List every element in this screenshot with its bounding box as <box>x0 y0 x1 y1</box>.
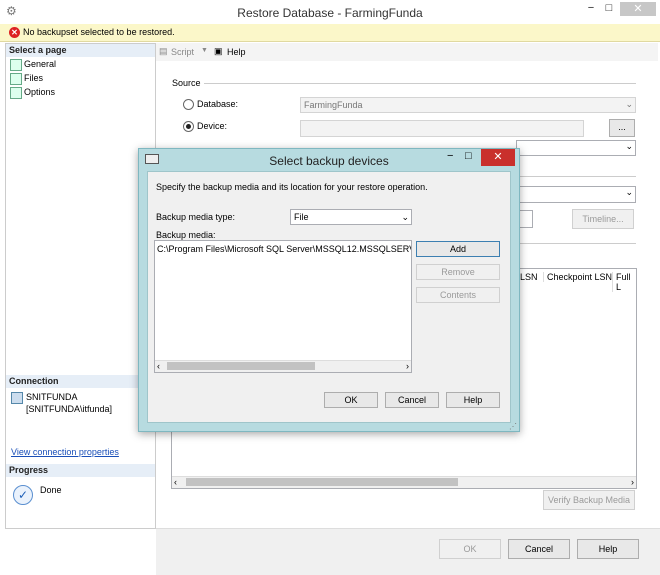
dialog-close-button[interactable]: ✕ <box>481 149 515 166</box>
page-icon <box>10 59 22 71</box>
help-button[interactable]: Help <box>577 539 639 559</box>
scroll-left-icon[interactable]: ‹ <box>157 361 160 371</box>
script-icon: ▤ <box>159 46 168 56</box>
progress-header: Progress <box>6 464 155 477</box>
server-name: SNITFUNDA <box>26 392 78 402</box>
toolbar: ▤ Script ▼ ▣ Help <box>156 43 658 61</box>
backupsets-divider <box>516 243 636 244</box>
script-button[interactable]: Script <box>171 47 194 57</box>
error-icon: ✕ <box>9 27 20 38</box>
col-checkpoint-lsn[interactable]: Checkpoint LSN <box>543 272 612 282</box>
close-button[interactable]: ✕ <box>620 2 656 16</box>
dialog-body: Specify the backup media and its locatio… <box>147 171 511 423</box>
dialog-cancel-button[interactable]: Cancel <box>385 392 439 408</box>
page-icon <box>10 73 22 85</box>
chevron-down-icon: ⌄ <box>401 212 409 222</box>
dialog-ok-button[interactable]: OK <box>324 392 378 408</box>
page-files[interactable]: Files <box>6 71 155 85</box>
chevron-down-icon[interactable]: ▼ <box>201 47 208 54</box>
remove-button[interactable]: Remove <box>416 264 500 280</box>
connection-user: [SNITFUNDA\itfunda] <box>26 404 113 414</box>
dialog-maximize-button[interactable]: □ <box>465 150 472 162</box>
title-bar: ⚙ Restore Database - FarmingFunda − □ ✕ <box>0 0 660 25</box>
verify-backup-media-button[interactable]: Verify Backup Media <box>543 490 635 510</box>
dialog-title: Select backup devices <box>269 154 389 168</box>
media-type-label: Backup media type: <box>156 212 236 222</box>
source-label: Source <box>172 78 201 88</box>
view-connection-link[interactable]: View connection properties <box>11 447 119 457</box>
scroll-right-icon[interactable]: › <box>406 361 409 371</box>
database-radio[interactable] <box>183 99 194 110</box>
help-icon: ▣ <box>214 46 223 56</box>
done-check-icon: ✓ <box>13 485 33 505</box>
list-hscrollbar[interactable]: ‹ › <box>155 360 411 372</box>
col-lsn[interactable]: LSN <box>520 272 538 282</box>
browse-device-button[interactable]: ... <box>609 119 635 137</box>
window-title: Restore Database - FarmingFunda <box>237 6 423 20</box>
scroll-right-icon[interactable]: › <box>631 477 634 487</box>
source-divider <box>204 83 636 84</box>
chevron-down-icon: ⌄ <box>625 99 633 109</box>
scroll-thumb[interactable] <box>167 362 315 370</box>
add-button[interactable]: Add <box>416 241 500 257</box>
progress-status: Done <box>40 485 62 495</box>
chevron-down-icon: ⌄ <box>625 141 633 151</box>
device-field[interactable] <box>300 120 584 137</box>
media-type-select[interactable]: File ⌄ <box>290 209 412 225</box>
chevron-down-icon: ⌄ <box>625 187 633 197</box>
backup-media-list[interactable]: C:\Program Files\Microsoft SQL Server\MS… <box>154 240 412 373</box>
dialog-help-button[interactable]: Help <box>446 392 500 408</box>
scroll-left-icon[interactable]: ‹ <box>174 477 177 487</box>
device-radio[interactable] <box>183 121 194 132</box>
select-page-header: Select a page <box>6 44 155 57</box>
left-pane: Select a page General Files Options Conn… <box>5 43 156 529</box>
help-toolbar-button[interactable]: Help <box>227 47 246 57</box>
database-label: Database: <box>197 99 239 109</box>
scroll-thumb[interactable] <box>186 478 458 486</box>
ok-button[interactable]: OK <box>439 539 501 559</box>
destination-divider <box>516 176 636 177</box>
database-dropdown-2[interactable]: ⌄ <box>516 140 636 156</box>
backup-media-label: Backup media: <box>156 230 216 240</box>
page-general[interactable]: General <box>6 57 155 71</box>
dialog-instruction: Specify the backup media and its locatio… <box>156 182 428 192</box>
page-options-label: Options <box>24 87 56 97</box>
warning-text: No backupset selected to be restored. <box>23 27 175 37</box>
database-select[interactable]: FarmingFunda ⌄ <box>300 97 636 113</box>
server-icon <box>11 392 23 404</box>
media-type-value: File <box>294 212 309 222</box>
page-icon <box>10 87 22 99</box>
select-backup-devices-dialog: Select backup devices − □ ✕ Specify the … <box>138 148 520 432</box>
resize-grip-icon[interactable]: ⋰ <box>509 422 517 431</box>
restore-to-dropdown[interactable]: ⌄ <box>516 186 636 203</box>
page-files-label: Files <box>24 73 44 83</box>
dialog-minimize-button[interactable]: − <box>447 150 453 162</box>
page-general-label: General <box>24 59 57 69</box>
device-label: Device: <box>197 121 228 131</box>
cancel-button[interactable]: Cancel <box>508 539 570 559</box>
contents-button[interactable]: Contents <box>416 287 500 303</box>
page-options[interactable]: Options <box>6 85 155 99</box>
maximize-button[interactable]: □ <box>596 2 622 16</box>
connection-header: Connection <box>6 375 155 388</box>
footer: OK Cancel Help <box>156 528 660 575</box>
warning-bar: ✕ No backupset selected to be restored. <box>0 24 660 42</box>
database-value: FarmingFunda <box>304 100 363 110</box>
col-full-lsn[interactable]: Full L <box>612 272 636 292</box>
timeline-button[interactable]: Timeline... <box>572 209 634 229</box>
grid-hscrollbar[interactable]: ‹ › <box>172 476 636 488</box>
list-item[interactable]: C:\Program Files\Microsoft SQL Server\MS… <box>157 244 411 254</box>
